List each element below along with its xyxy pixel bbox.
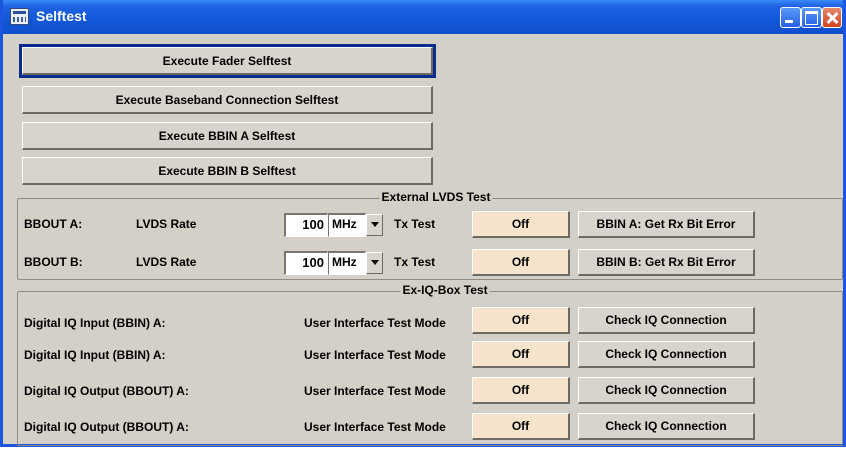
- tx-test-label-b: Tx Test: [394, 255, 436, 269]
- title-bar[interactable]: Selftest: [3, 0, 843, 34]
- window-title: Selftest: [36, 8, 87, 24]
- bbout-b-label: BBOUT B:: [24, 255, 83, 269]
- check-iq-connection-button[interactable]: Check IQ Connection: [578, 377, 755, 404]
- test-mode-toggle[interactable]: Off: [472, 307, 570, 334]
- tx-test-b-toggle[interactable]: Off: [472, 249, 570, 276]
- user-interface-test-mode-label: User Interface Test Mode: [304, 316, 446, 330]
- lvds-rate-a-input[interactable]: 100: [284, 213, 328, 237]
- lvds-rate-b-input[interactable]: 100: [284, 251, 328, 275]
- minimize-icon[interactable]: [780, 7, 801, 28]
- chevron-down-icon[interactable]: [366, 252, 383, 274]
- execute-bbin-b-selftest-button[interactable]: Execute BBIN B Selftest: [22, 157, 433, 185]
- window-app-icon: [10, 8, 29, 25]
- bbout-a-label: BBOUT A:: [24, 217, 83, 231]
- digital-iq-output-bbout-a-label: Digital IQ Output (BBOUT) A:: [24, 420, 189, 434]
- lvds-rate-label-a: LVDS Rate: [136, 217, 197, 231]
- digital-iq-output-bbout-a-label: Digital IQ Output (BBOUT) A:: [24, 384, 189, 398]
- test-mode-toggle[interactable]: Off: [472, 413, 570, 440]
- user-interface-test-mode-label: User Interface Test Mode: [304, 348, 446, 362]
- check-iq-connection-button[interactable]: Check IQ Connection: [578, 413, 755, 440]
- user-interface-test-mode-label: User Interface Test Mode: [304, 420, 446, 434]
- check-iq-connection-button[interactable]: Check IQ Connection: [578, 341, 755, 368]
- bbin-a-get-rx-bit-error-button[interactable]: BBIN A: Get Rx Bit Error: [578, 211, 755, 238]
- maximize-icon[interactable]: [801, 7, 822, 28]
- close-icon[interactable]: [822, 7, 842, 28]
- lvds-rate-b-unit-select[interactable]: MHz: [328, 251, 366, 275]
- execute-baseband-connection-selftest-button[interactable]: Execute Baseband Connection Selftest: [22, 86, 433, 114]
- execute-fader-selftest-button[interactable]: Execute Fader Selftest: [19, 44, 436, 78]
- bbin-b-get-rx-bit-error-button[interactable]: BBIN B: Get Rx Bit Error: [578, 249, 755, 276]
- tx-test-a-toggle[interactable]: Off: [472, 211, 570, 238]
- digital-iq-input-bbin-a-label: Digital IQ Input (BBIN) A:: [24, 348, 166, 362]
- test-mode-toggle[interactable]: Off: [472, 341, 570, 368]
- execute-bbin-a-selftest-button[interactable]: Execute BBIN A Selftest: [22, 122, 433, 150]
- test-mode-toggle[interactable]: Off: [472, 377, 570, 404]
- ex-iq-box-test-legend: Ex-IQ-Box Test: [400, 283, 490, 297]
- chevron-down-icon[interactable]: [366, 214, 383, 236]
- digital-iq-input-bbin-a-label: Digital IQ Input (BBIN) A:: [24, 316, 166, 330]
- tx-test-label-a: Tx Test: [394, 217, 436, 231]
- external-lvds-test-legend: External LVDS Test: [379, 190, 493, 204]
- lvds-rate-label-b: LVDS Rate: [136, 255, 197, 269]
- selftest-window: Selftest Execute Fader Selftest Execute …: [0, 0, 846, 447]
- check-iq-connection-button[interactable]: Check IQ Connection: [578, 307, 755, 334]
- user-interface-test-mode-label: User Interface Test Mode: [304, 384, 446, 398]
- lvds-rate-a-unit-select[interactable]: MHz: [328, 213, 366, 237]
